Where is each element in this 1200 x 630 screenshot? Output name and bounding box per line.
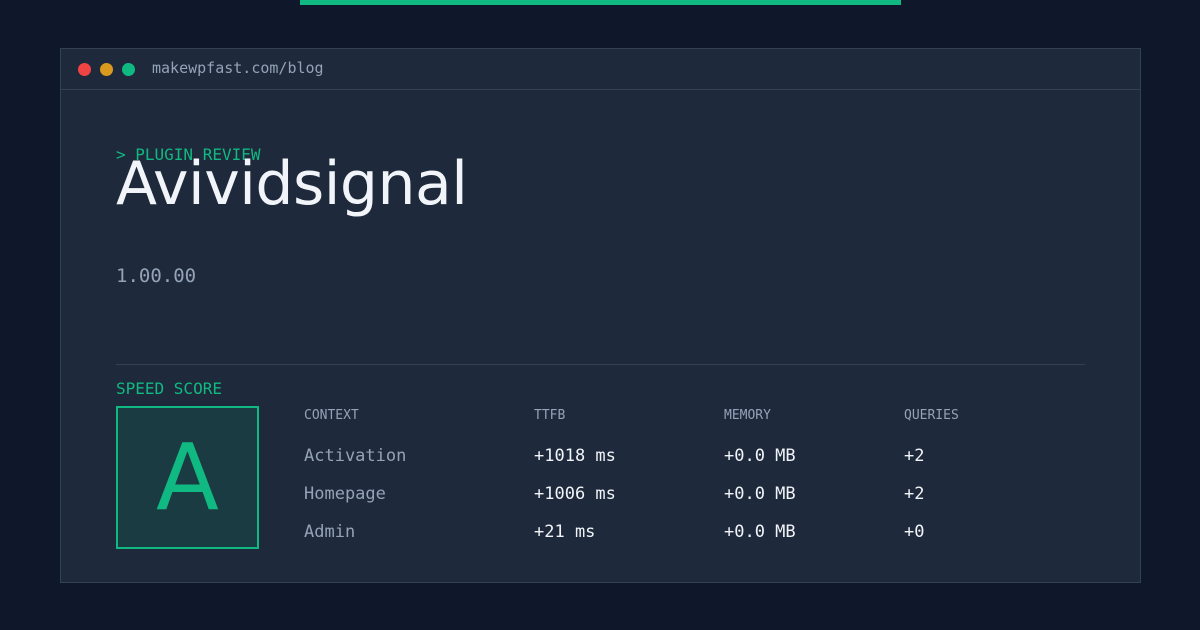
row-ttfb: +21 ms (534, 522, 596, 542)
window-titlebar: makewpfast.com/blog (61, 49, 1140, 90)
row-queries: +0 (904, 522, 925, 542)
grade-badge: A (116, 406, 259, 549)
maximize-dot-icon (122, 63, 135, 76)
row-ttfb: +1006 ms (534, 484, 616, 504)
row-memory: +0.0 MB (724, 484, 796, 504)
column-header-ttfb: TTFB (534, 408, 566, 423)
row-context: Homepage (304, 484, 386, 504)
plugin-title: Avividsignal (116, 149, 468, 219)
row-queries: +2 (904, 446, 925, 466)
row-memory: +0.0 MB (724, 446, 796, 466)
close-dot-icon (78, 63, 91, 76)
minimize-dot-icon (100, 63, 113, 76)
speed-score-label: SPEED SCORE (116, 379, 222, 398)
column-header-queries: QUERIES (904, 408, 959, 423)
column-header-memory: MEMORY (724, 408, 771, 423)
row-context: Activation (304, 446, 407, 466)
plugin-version: 1.00.00 (116, 265, 197, 287)
row-memory: +0.0 MB (724, 522, 796, 542)
window-url: makewpfast.com/blog (152, 59, 324, 77)
row-ttfb: +1018 ms (534, 446, 616, 466)
column-header-context: CONTEXT (304, 408, 359, 423)
section-divider (116, 364, 1085, 365)
browser-window: makewpfast.com/blog > PLUGIN REVIEW Aviv… (60, 48, 1141, 583)
top-accent-bar (300, 0, 901, 5)
row-queries: +2 (904, 484, 925, 504)
grade-letter: A (156, 423, 219, 531)
row-context: Admin (304, 522, 356, 542)
